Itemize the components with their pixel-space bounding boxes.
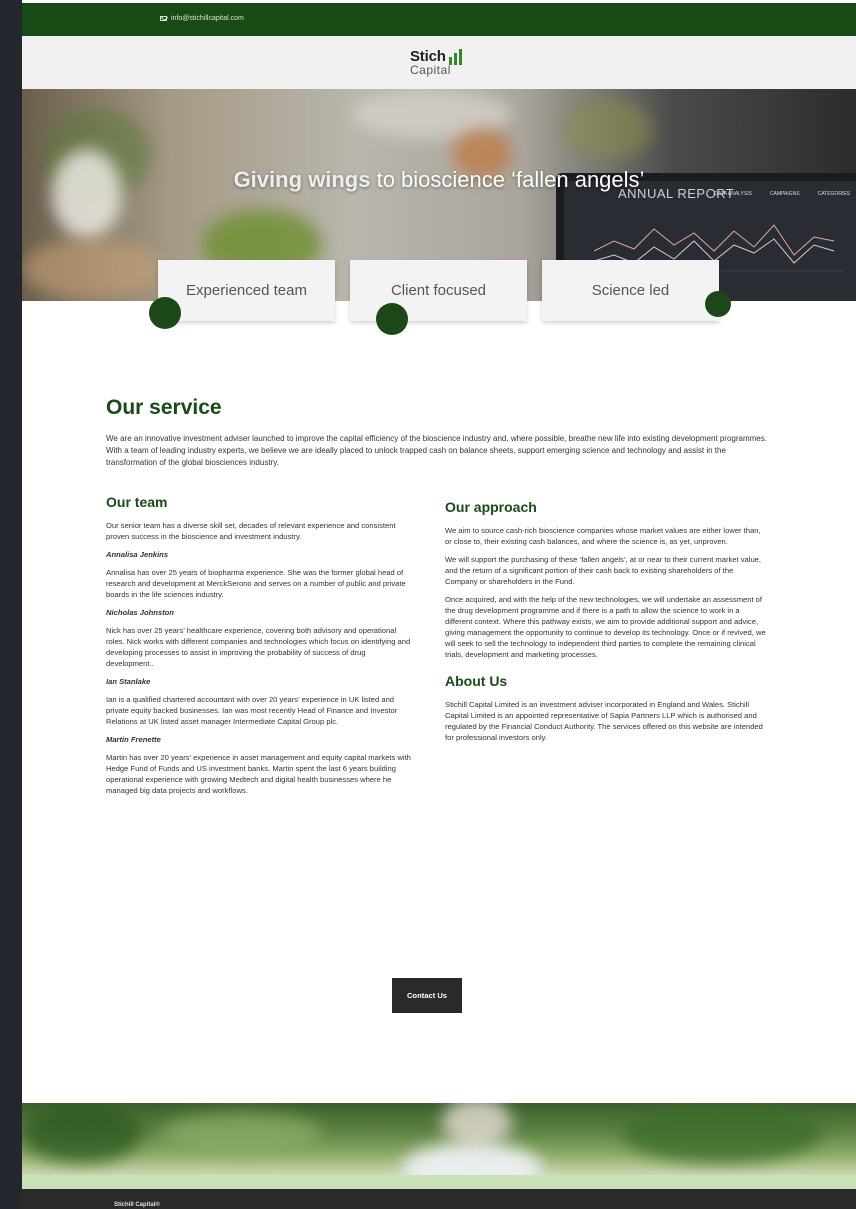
- approach-paragraph: We aim to source cash-rich bioscience co…: [445, 526, 761, 546]
- member-name: Ian Stanlake: [106, 677, 151, 686]
- about-text: Stichill Capital Limited is an investmen…: [445, 700, 763, 742]
- footer-brand: Stichill Capital®: [114, 1202, 160, 1208]
- service-intro: We are an innovative investment adviser …: [106, 434, 767, 467]
- approach-heading: Our approach: [445, 499, 537, 515]
- contact-us-button[interactable]: Contact Us: [392, 978, 462, 1013]
- feature-label: Science led: [591, 282, 670, 299]
- section-title: Our service: [106, 396, 222, 419]
- member-bio: Nick has over 25 years’ healthcare exper…: [106, 626, 411, 668]
- site-header: Stich Capital: [22, 36, 856, 89]
- logo-subtitle: Capital: [410, 63, 451, 77]
- logo[interactable]: Stich Capital: [410, 48, 462, 77]
- plants-image: [22, 1103, 856, 1175]
- web-page: info@stichillcapital.com Stich Capital A…: [22, 0, 856, 1209]
- feature-card-science-led: Science led: [542, 260, 719, 321]
- decorative-dot: [376, 303, 408, 335]
- team-intro: Our senior team has a diverse skill set,…: [106, 521, 396, 541]
- team-heading: Our team: [106, 494, 168, 510]
- member-bio: Annalisa has over 25 years of biopharma …: [106, 568, 406, 599]
- feature-card-experienced-team: Experienced team: [158, 260, 335, 321]
- about-heading: About Us: [445, 673, 508, 689]
- member-bio: Ian is a qualified chartered accountant …: [106, 695, 398, 726]
- email-link[interactable]: info@stichillcapital.com: [160, 15, 244, 22]
- member-name: Nicholas Johnston: [106, 608, 174, 617]
- decorative-dot: [705, 291, 731, 317]
- decorative-dot: [149, 297, 181, 329]
- mail-icon: [160, 16, 167, 21]
- site-footer: Stichill Capital®: [22, 1189, 856, 1209]
- feature-label: Client focused: [390, 282, 487, 299]
- feature-label: Experienced team: [186, 282, 307, 299]
- member-bio: Martin has over 20 years’ experience in …: [106, 753, 411, 795]
- hero-title-rest: to bioscience ‘fallen angels’: [376, 167, 645, 192]
- approach-paragraph: We will support the purchasing of these …: [445, 555, 762, 586]
- hero-title-bold: Giving wings: [233, 167, 371, 192]
- approach-column: Our approach We aim to source cash-rich …: [445, 499, 767, 750]
- footer-accent-strip: [22, 1175, 856, 1189]
- top-contact-bar: info@stichillcapital.com: [22, 3, 856, 36]
- member-name: Annalisa Jenkins: [106, 550, 169, 559]
- hero-title: Giving wings to bioscience ‘fallen angel…: [22, 167, 856, 193]
- team-column: Our team Our senior team has a diverse s…: [106, 494, 412, 803]
- email-text: info@stichillcapital.com: [171, 15, 244, 22]
- member-name: Martin Frenette: [106, 735, 161, 744]
- approach-paragraph: Once acquired, and with the help of the …: [445, 595, 766, 659]
